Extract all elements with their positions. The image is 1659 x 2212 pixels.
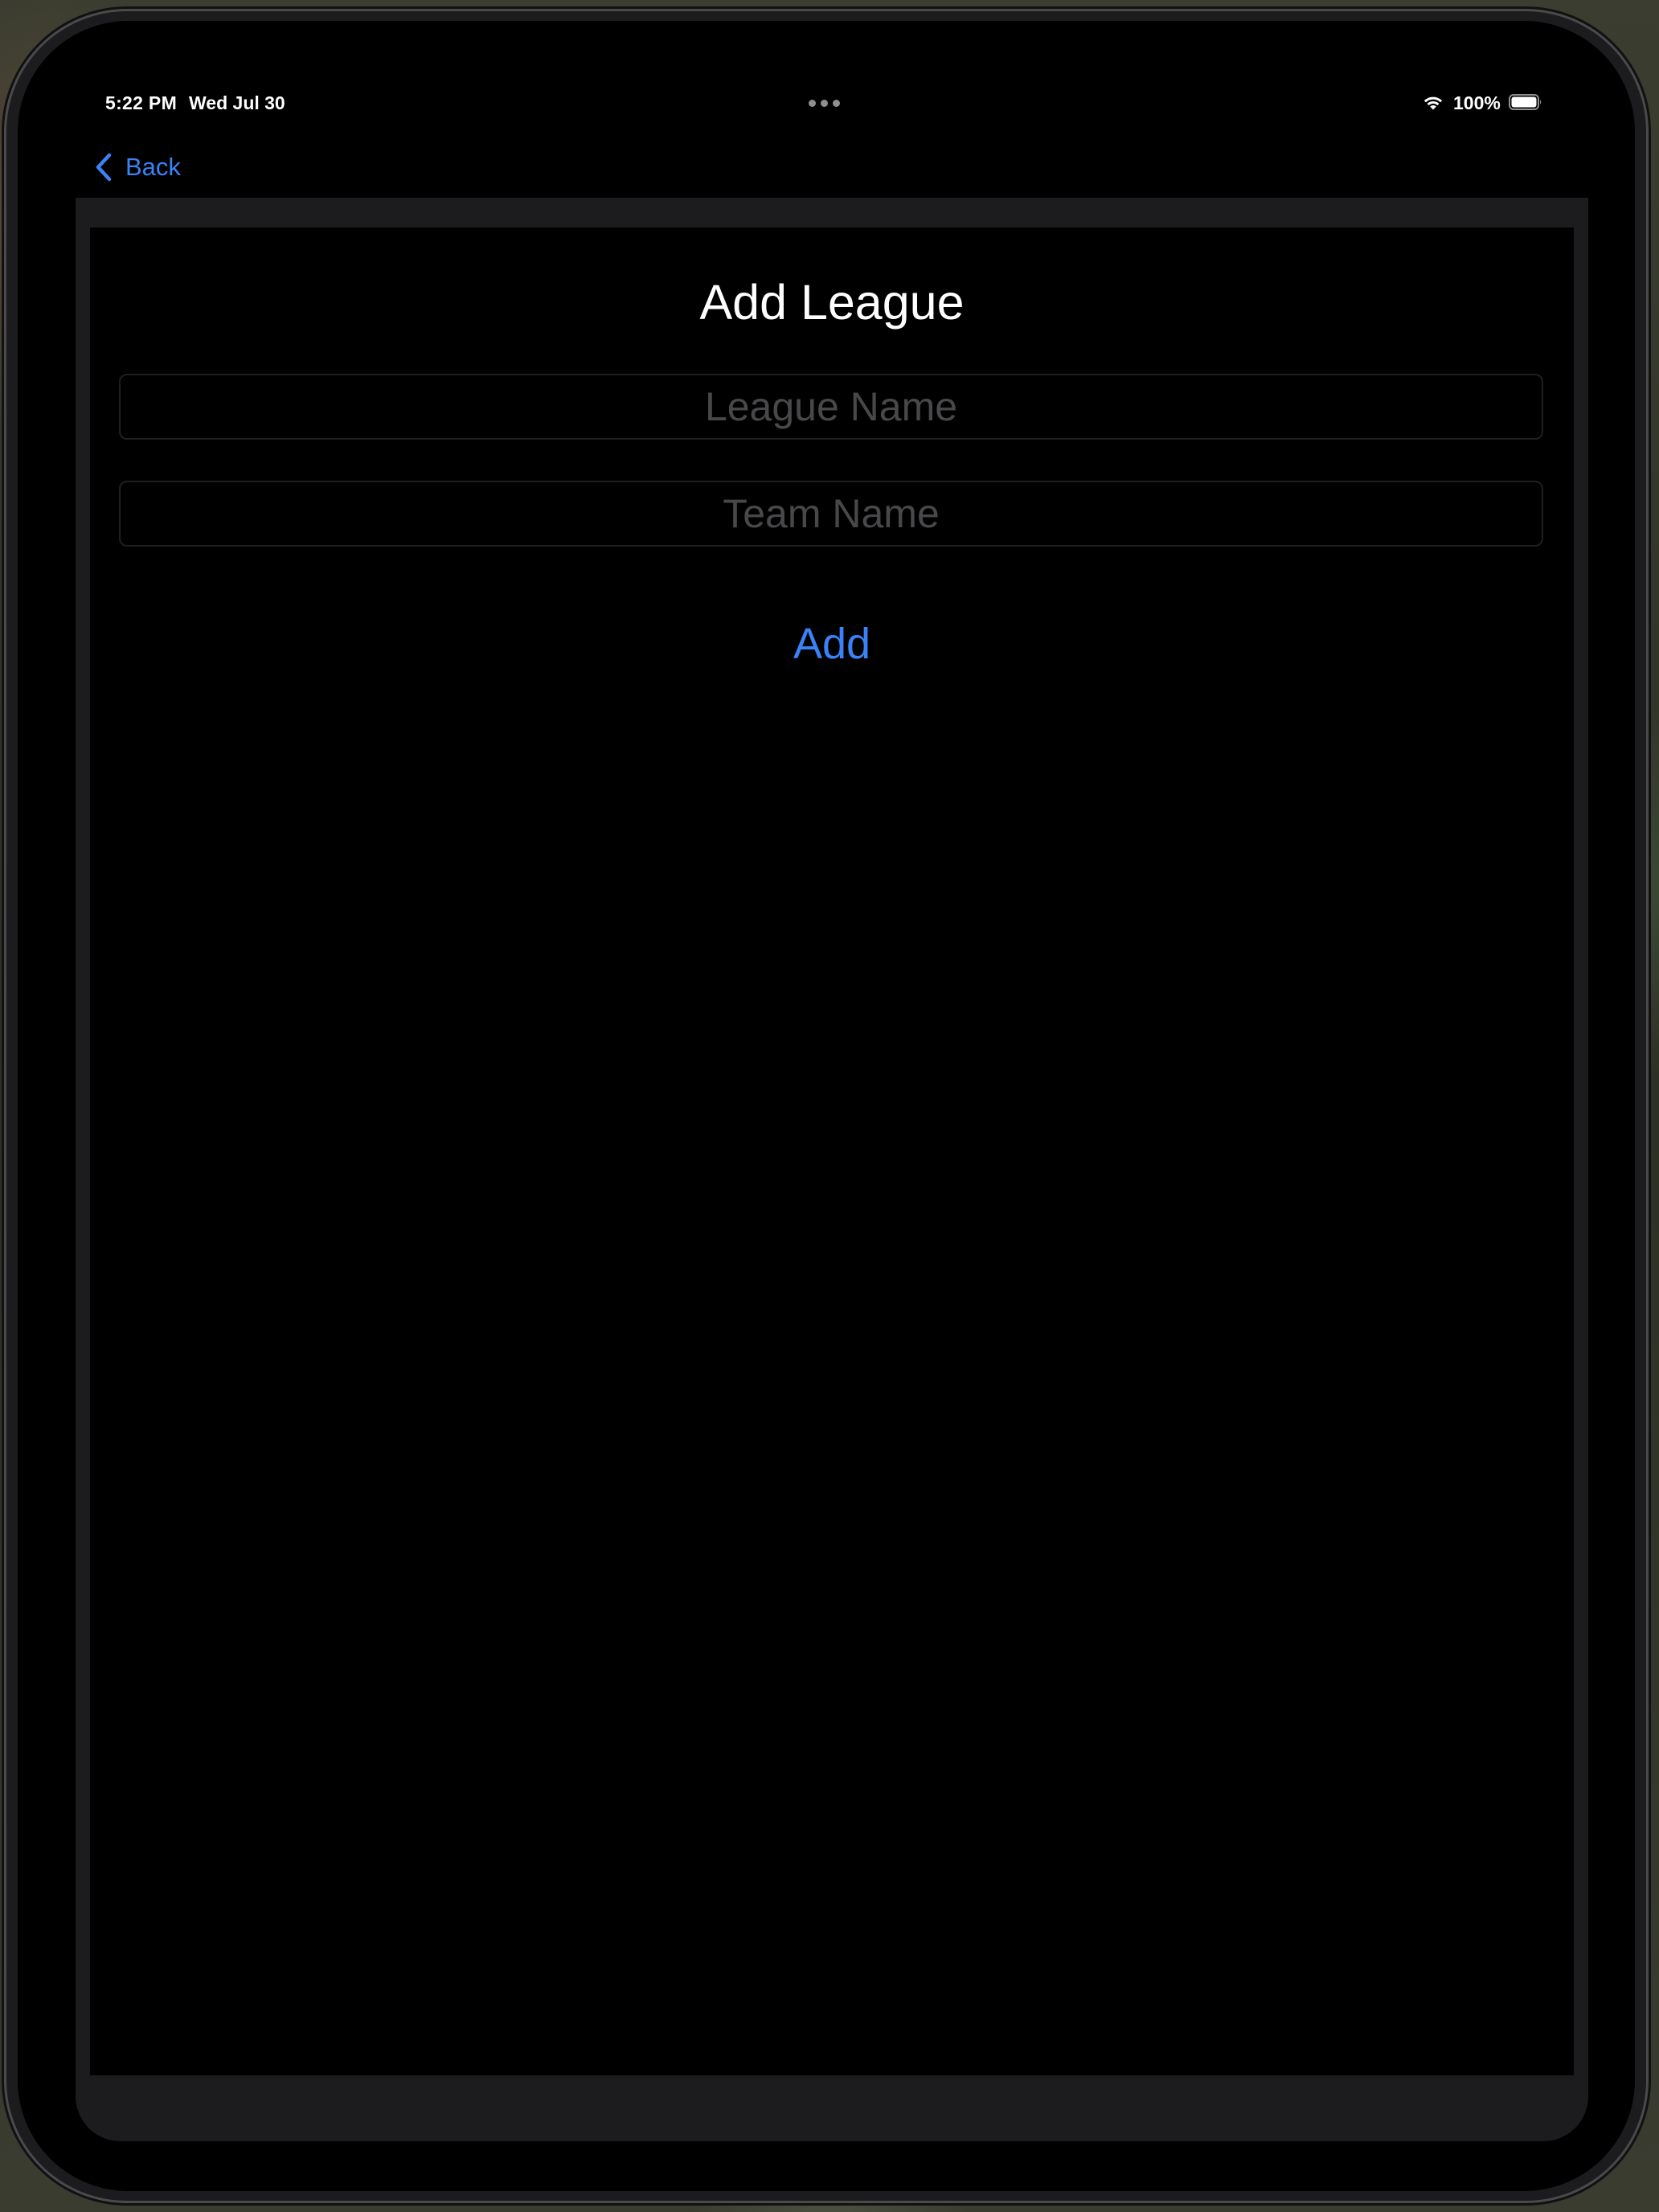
league-name-field[interactable] xyxy=(119,374,1543,440)
multitasking-dots-icon[interactable] xyxy=(809,100,840,107)
team-name-field[interactable] xyxy=(119,481,1543,547)
add-button[interactable]: Add xyxy=(90,619,1574,669)
status-time: 5:22 PM xyxy=(105,92,178,113)
chevron-left-icon xyxy=(96,153,112,182)
battery-icon xyxy=(1509,94,1542,110)
add-league-form: Add League Add xyxy=(90,227,1574,2075)
team-name-input[interactable] xyxy=(121,482,1542,545)
ipad-screen: 5:22 PM Wed Jul 30 100% Back Add League … xyxy=(18,21,1635,2191)
ipad-frame: 5:22 PM Wed Jul 30 100% Back Add League … xyxy=(6,11,1646,2201)
wifi-icon xyxy=(1423,96,1443,110)
league-name-input[interactable] xyxy=(121,375,1542,438)
battery-percentage: 100% xyxy=(1453,92,1501,113)
back-button[interactable]: Back xyxy=(95,143,181,191)
status-bar: 5:22 PM Wed Jul 30 100% xyxy=(18,21,1635,117)
page-title: Add League xyxy=(699,275,965,330)
status-date: Wed Jul 30 xyxy=(189,92,285,113)
back-button-label: Back xyxy=(125,153,181,181)
modal-sheet: Add League Add xyxy=(76,198,1588,2141)
